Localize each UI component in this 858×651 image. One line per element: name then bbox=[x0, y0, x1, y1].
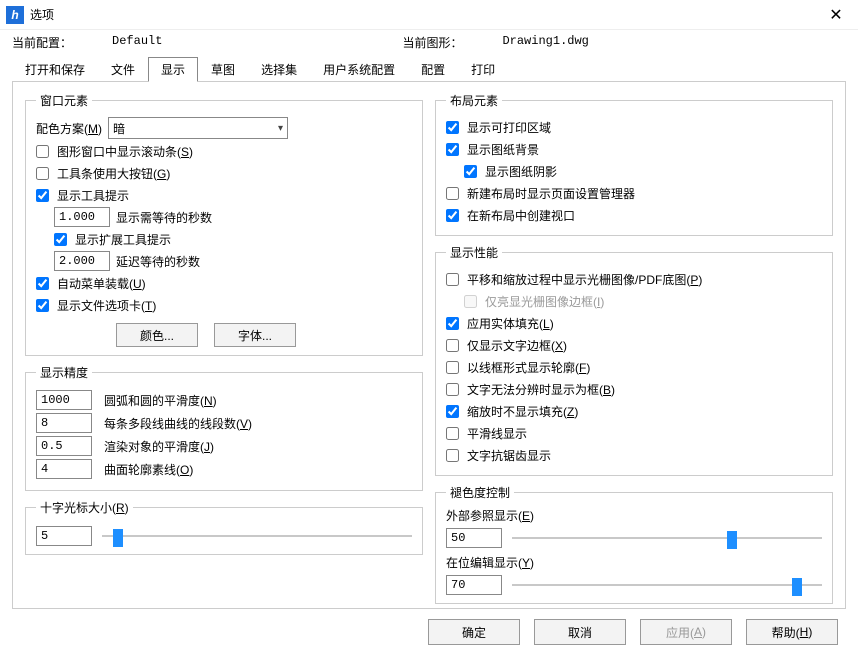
current-drawing-value: Drawing1.dwg bbox=[502, 34, 588, 51]
btn-cancel[interactable]: 取消 bbox=[534, 619, 626, 645]
input-surface-contour[interactable] bbox=[36, 459, 92, 479]
lbl-show-ext-tooltip: 显示扩展工具提示 bbox=[75, 231, 171, 248]
lbl-tooltip-delay: 显示需等待的秒数 bbox=[116, 209, 212, 226]
cb-large-buttons[interactable] bbox=[36, 167, 49, 180]
lbl-show-tooltips: 显示工具提示 bbox=[57, 187, 129, 204]
lbl-smooth-line: 平滑线显示 bbox=[467, 425, 527, 442]
lbl-text-antialias: 文字抗锯齿显示 bbox=[467, 447, 551, 464]
input-arc-smoothness[interactable] bbox=[36, 390, 92, 410]
current-drawing-label: 当前图形： bbox=[402, 34, 462, 51]
slider-xref-fade[interactable] bbox=[512, 528, 822, 548]
input-polyline-segments[interactable] bbox=[36, 413, 92, 433]
btn-help[interactable]: 帮助(H) bbox=[746, 619, 838, 645]
input-render-smoothness[interactable] bbox=[36, 436, 92, 456]
group-display-precision-legend: 显示精度 bbox=[36, 364, 92, 381]
cb-pan-zoom-raster[interactable] bbox=[446, 273, 459, 286]
lbl-show-file-tabs: 显示文件选项卡(T) bbox=[57, 297, 156, 314]
cb-wireframe-silhouette[interactable] bbox=[446, 361, 459, 374]
app-icon: h bbox=[6, 6, 24, 24]
group-fade-control-legend: 褪色度控制 bbox=[446, 484, 514, 501]
lbl-auto-menu: 自动菜单装载(U) bbox=[57, 275, 146, 292]
current-config-value: Default bbox=[112, 34, 162, 51]
color-scheme-select[interactable]: 暗 ▾ bbox=[108, 117, 288, 139]
cb-show-scrollbars[interactable] bbox=[36, 145, 49, 158]
tab-files[interactable]: 文件 bbox=[98, 57, 148, 82]
input-ext-tooltip-delay[interactable] bbox=[54, 251, 110, 271]
btn-colors[interactable]: 颜色... bbox=[116, 323, 198, 347]
lbl-show-scrollbars: 图形窗口中显示滚动条(S) bbox=[57, 143, 193, 160]
group-crosshair-size: 十字光标大小(R) bbox=[25, 499, 423, 555]
lbl-show-printable-area: 显示可打印区域 bbox=[467, 119, 551, 136]
lbl-wireframe-silhouette: 以线框形式显示轮廓(F) bbox=[467, 359, 590, 376]
lbl-text-frame-only: 仅显示文字边框(X) bbox=[467, 337, 567, 354]
lbl-create-viewport: 在新布局中创建视口 bbox=[467, 207, 575, 224]
lbl-no-fill-zoom: 缩放时不显示填充(Z) bbox=[467, 403, 578, 420]
btn-fonts[interactable]: 字体... bbox=[214, 323, 296, 347]
tab-display[interactable]: 显示 bbox=[148, 57, 198, 82]
lbl-text-box-unreadable: 文字无法分辨时显示为框(B) bbox=[467, 381, 615, 398]
lbl-apply-solid-fill: 应用实体填充(L) bbox=[467, 315, 554, 332]
cb-no-fill-zoom[interactable] bbox=[446, 405, 459, 418]
input-crosshair-size[interactable] bbox=[36, 526, 92, 546]
lbl-ext-tooltip-delay: 延迟等待的秒数 bbox=[116, 253, 200, 270]
cb-show-tooltips[interactable] bbox=[36, 189, 49, 202]
cb-show-file-tabs[interactable] bbox=[36, 299, 49, 312]
tab-user-sys[interactable]: 用户系统配置 bbox=[310, 57, 408, 82]
cb-show-printable-area[interactable] bbox=[446, 121, 459, 134]
lbl-polyline-segments: 每条多段线曲线的线段数(V) bbox=[104, 415, 252, 432]
cb-highlight-raster-frame bbox=[464, 295, 477, 308]
cb-text-frame-only[interactable] bbox=[446, 339, 459, 352]
color-scheme-label: 配色方案(M) bbox=[36, 120, 102, 137]
lbl-show-paper-bg: 显示图纸背景 bbox=[467, 141, 539, 158]
cb-auto-menu[interactable] bbox=[36, 277, 49, 290]
cb-create-viewport[interactable] bbox=[446, 209, 459, 222]
cb-show-ext-tooltip[interactable] bbox=[54, 233, 67, 246]
window-title: 选项 bbox=[30, 6, 54, 23]
tab-open-save[interactable]: 打开和保存 bbox=[12, 57, 98, 82]
tab-print[interactable]: 打印 bbox=[458, 57, 508, 82]
lbl-xref-fade: 外部参照显示(E) bbox=[446, 507, 822, 524]
color-scheme-value: 暗 bbox=[113, 120, 125, 137]
group-display-precision: 显示精度 圆弧和圆的平滑度(N) 每条多段线曲线的线段数(V) 渲染对象的平滑度… bbox=[25, 364, 423, 491]
group-display-performance: 显示性能 平移和缩放过程中显示光栅图像/PDF底图(P) 仅亮显光栅图像边框(I… bbox=[435, 244, 833, 476]
cb-show-paper-shadow[interactable] bbox=[464, 165, 477, 178]
lbl-pan-zoom-raster: 平移和缩放过程中显示光栅图像/PDF底图(P) bbox=[467, 271, 702, 288]
group-display-performance-legend: 显示性能 bbox=[446, 244, 502, 261]
cb-new-layout-psm[interactable] bbox=[446, 187, 459, 200]
input-xref-fade[interactable] bbox=[446, 528, 502, 548]
lbl-surface-contour: 曲面轮廓素线(O) bbox=[104, 461, 193, 478]
group-layout-elements: 布局元素 显示可打印区域 显示图纸背景 显示图纸阴影 新建布局时显示页面设置管理… bbox=[435, 92, 833, 236]
btn-apply: 应用(A) bbox=[640, 619, 732, 645]
lbl-arc-smoothness: 圆弧和圆的平滑度(N) bbox=[104, 392, 217, 409]
cb-text-box-unreadable[interactable] bbox=[446, 383, 459, 396]
chevron-down-icon: ▾ bbox=[278, 123, 283, 134]
slider-crosshair-size[interactable] bbox=[102, 526, 412, 546]
tab-selection[interactable]: 选择集 bbox=[248, 57, 310, 82]
lbl-show-paper-shadow: 显示图纸阴影 bbox=[485, 163, 557, 180]
group-window-elements: 窗口元素 配色方案(M) 暗 ▾ 图形窗口中显示滚动条(S) 工具条使用大按钮(… bbox=[25, 92, 423, 356]
lbl-large-buttons: 工具条使用大按钮(G) bbox=[57, 165, 170, 182]
cb-show-paper-bg[interactable] bbox=[446, 143, 459, 156]
tab-sketch[interactable]: 草图 bbox=[198, 57, 248, 82]
lbl-render-smoothness: 渲染对象的平滑度(J) bbox=[104, 438, 214, 455]
lbl-inplace-fade: 在位编辑显示(Y) bbox=[446, 554, 822, 571]
tab-configs[interactable]: 配置 bbox=[408, 57, 458, 82]
input-tooltip-delay[interactable] bbox=[54, 207, 110, 227]
group-crosshair-size-legend: 十字光标大小(R) bbox=[36, 499, 133, 516]
cb-text-antialias[interactable] bbox=[446, 449, 459, 462]
slider-inplace-fade[interactable] bbox=[512, 575, 822, 595]
group-layout-elements-legend: 布局元素 bbox=[446, 92, 502, 109]
cb-apply-solid-fill[interactable] bbox=[446, 317, 459, 330]
lbl-highlight-raster-frame: 仅亮显光栅图像边框(I) bbox=[485, 293, 604, 310]
input-inplace-fade[interactable] bbox=[446, 575, 502, 595]
current-config-label: 当前配置： bbox=[12, 34, 72, 51]
group-fade-control: 褪色度控制 外部参照显示(E) 在位编辑显示(Y) bbox=[435, 484, 833, 604]
close-button[interactable]: ✕ bbox=[822, 1, 850, 29]
lbl-new-layout-psm: 新建布局时显示页面设置管理器 bbox=[467, 185, 635, 202]
btn-ok[interactable]: 确定 bbox=[428, 619, 520, 645]
cb-smooth-line[interactable] bbox=[446, 427, 459, 440]
group-window-elements-legend: 窗口元素 bbox=[36, 92, 92, 109]
